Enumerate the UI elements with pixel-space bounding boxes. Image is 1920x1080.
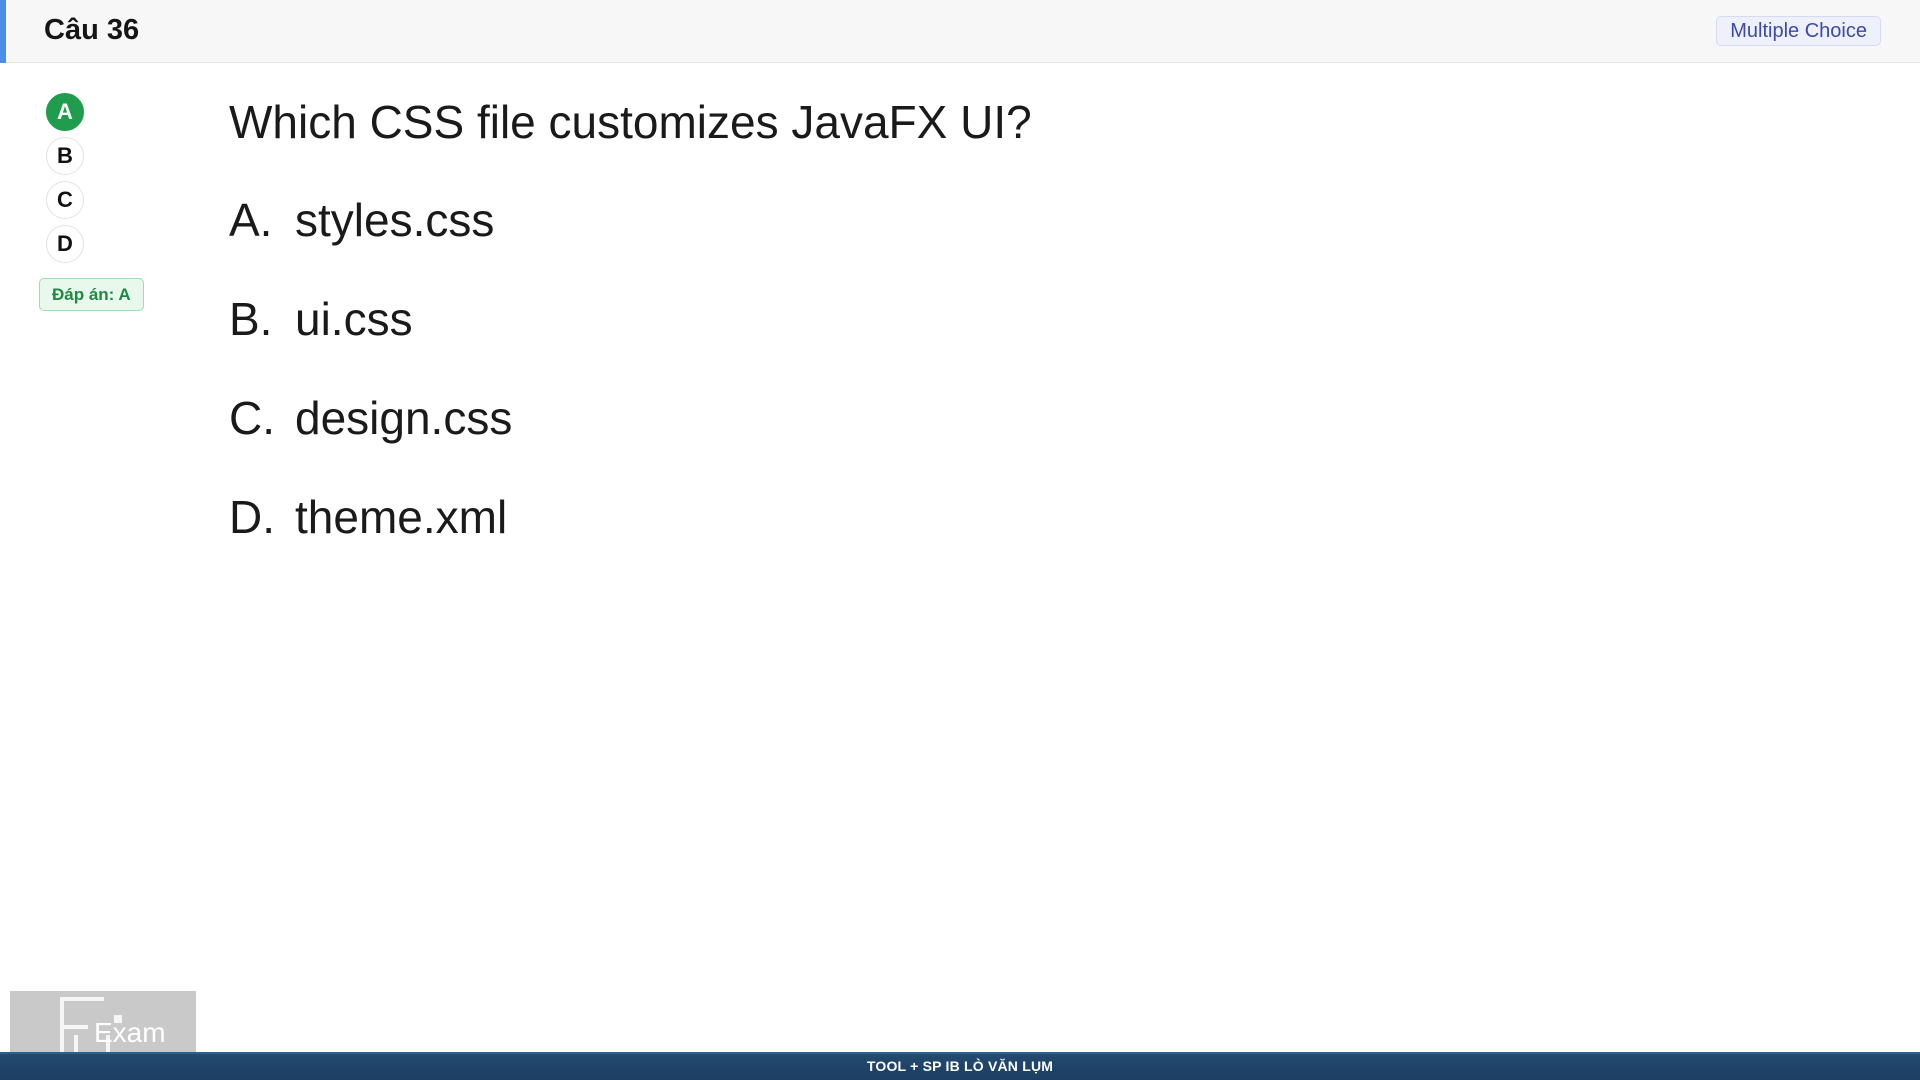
option-letter: C. — [229, 392, 275, 444]
option-text: styles.css — [295, 194, 495, 246]
logo-text: Exam — [94, 1017, 166, 1048]
header-accent-bar — [0, 0, 6, 63]
option-b: B. ui.css — [229, 289, 1729, 388]
option-d: D. theme.xml — [229, 487, 1729, 586]
footer-bar: TOOL + SP IB LÒ VĂN LỤM — [0, 1052, 1920, 1080]
option-letter: D. — [229, 491, 275, 543]
question-header: Câu 36 Multiple Choice — [0, 0, 1920, 63]
choice-d-button[interactable]: D — [46, 225, 84, 263]
choice-b-button[interactable]: B — [46, 137, 84, 175]
option-text: ui.css — [295, 293, 413, 345]
option-letter: A. — [229, 194, 273, 246]
option-c: C. design.css — [229, 388, 1729, 487]
exam-page: Câu 36 Multiple Choice A B C D Đáp án: A… — [0, 0, 1920, 1080]
question-type-badge: Multiple Choice — [1716, 16, 1881, 46]
question-body: Which CSS file customizes JavaFX UI? A. … — [229, 92, 1729, 586]
option-a: A. styles.css — [229, 190, 1729, 289]
question-number: Câu 36 — [44, 14, 140, 46]
choice-a-button[interactable]: A — [46, 93, 84, 131]
answer-selector: A B C D — [46, 93, 86, 269]
question-text: Which CSS file customizes JavaFX UI? — [229, 96, 1032, 148]
option-text: design.css — [295, 392, 513, 444]
option-text: theme.xml — [295, 491, 508, 543]
correct-answer-badge: Đáp án: A — [39, 278, 144, 311]
footer-text: TOOL + SP IB LÒ VĂN LỤM — [866, 1058, 1054, 1074]
choice-c-button[interactable]: C — [46, 181, 84, 219]
option-letter: B. — [229, 293, 273, 345]
